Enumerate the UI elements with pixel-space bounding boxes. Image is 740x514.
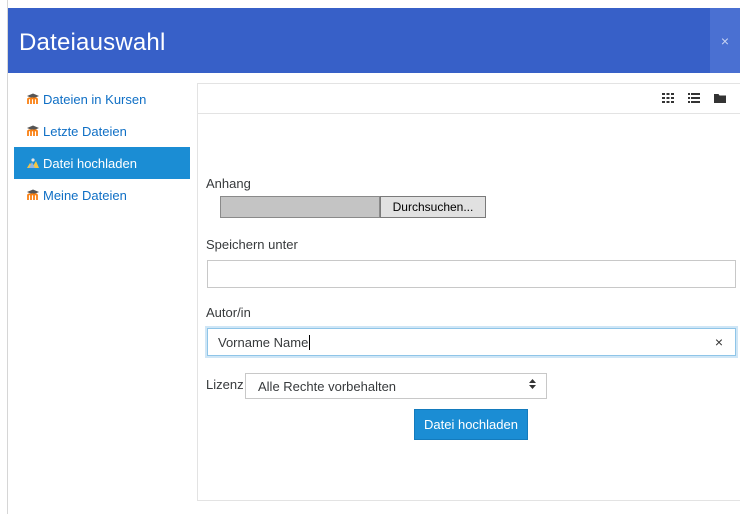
file-picker-field[interactable] [220,196,380,218]
close-icon: × [720,32,730,49]
grid-view-button[interactable] [657,88,679,108]
list-view-icon [688,93,700,103]
upload-panel: Anhang Durchsuchen... Speichern unter Au… [197,83,740,501]
sidebar-item-course-files[interactable]: Dateien in Kursen [14,83,190,115]
save-as-input[interactable] [207,260,736,288]
author-label: Autor/in [206,305,251,320]
author-value: Vorname Name [218,334,309,350]
moodle-icon [27,189,39,200]
close-button[interactable]: × [710,8,740,73]
sidebar-item-upload-file[interactable]: Datei hochladen [14,147,190,179]
sidebar-item-label: Datei hochladen [43,155,137,171]
grid-view-icon [662,93,674,103]
select-arrows-icon [529,379,536,389]
sidebar-item-label: Letzte Dateien [43,123,127,139]
license-select[interactable]: Alle Rechte vorbehalten [245,373,547,399]
license-value: Alle Rechte vorbehalten [258,378,397,394]
sidebar-item-label: Meine Dateien [43,187,127,203]
list-view-button[interactable] [683,88,705,108]
text-caret [309,334,311,350]
window-edge [0,0,8,514]
license-label: Lizenz [206,377,244,392]
dialog-header: Dateiauswahl × [8,8,740,73]
browse-button[interactable]: Durchsuchen... [380,196,486,218]
folder-view-icon [714,94,726,103]
clear-icon[interactable]: × [715,334,723,350]
upload-icon [27,158,39,168]
dialog-title: Dateiauswahl [19,29,166,56]
sidebar-item-label: Dateien in Kursen [43,91,147,107]
attachment-label: Anhang [206,176,251,191]
moodle-icon [27,125,39,136]
moodle-icon [27,93,39,104]
sidebar-item-recent-files[interactable]: Letzte Dateien [14,115,190,147]
view-toolbar [198,84,740,114]
sidebar-item-my-files[interactable]: Meine Dateien [14,179,190,211]
author-input[interactable]: Vorname Name × [207,328,736,356]
folder-view-button[interactable] [709,88,731,108]
repository-sidebar: Dateien in Kursen Letzte Dateien Datei h… [14,83,190,211]
upload-file-button[interactable]: Datei hochladen [414,409,528,440]
save-as-label: Speichern unter [206,237,298,252]
